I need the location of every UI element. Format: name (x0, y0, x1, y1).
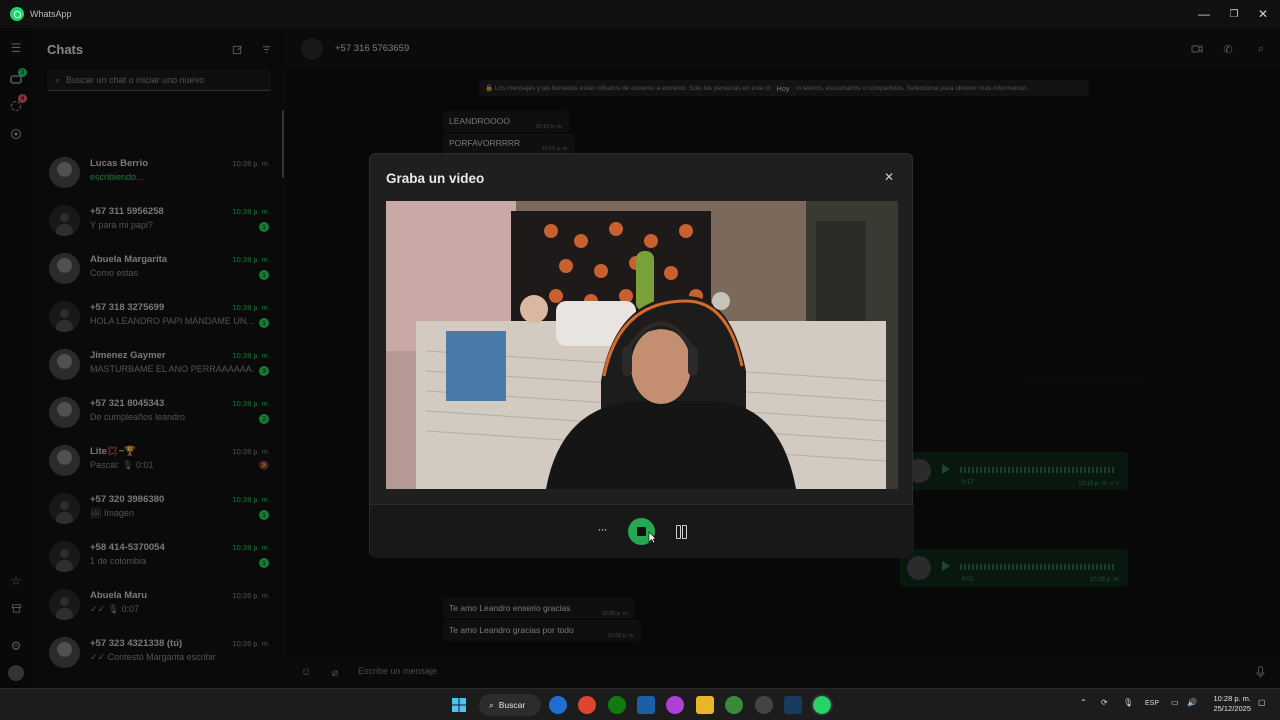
mouse-cursor-icon (648, 531, 657, 544)
chrome-icon[interactable] (578, 696, 596, 714)
pause-icon[interactable] (676, 525, 687, 539)
title-bar: WhatsApp (0, 0, 1280, 28)
whatsapp-logo-icon (10, 7, 24, 21)
notifications-icon[interactable]: ▢ (1258, 698, 1266, 707)
camera-preview (386, 201, 898, 489)
volume-icon[interactable]: 🔊 (1187, 698, 1197, 707)
taskbar-search[interactable]: ⌕ Buscar (479, 694, 541, 716)
minimize-button[interactable]: — (1187, 0, 1221, 28)
edge-icon[interactable] (549, 696, 567, 714)
search-icon: ⌕ (489, 699, 494, 710)
clock-time: 10:28 p. m. (1213, 694, 1251, 703)
close-dialog-button[interactable]: ✕ (882, 170, 896, 184)
network-icon[interactable]: ▭ (1171, 698, 1179, 707)
app-icon[interactable] (755, 696, 773, 714)
file-explorer-icon[interactable] (696, 696, 714, 714)
close-window-button[interactable]: ✕ (1246, 0, 1280, 28)
record-video-dialog: Graba un video ✕ ··· (369, 153, 914, 558)
stop-icon (637, 527, 646, 536)
sync-icon[interactable]: ⟳ (1101, 698, 1108, 707)
taskbar: ⌕ Buscar ⌃ ⟳ 🎙 ESP ▭ 🔊 10:28 p. m. 25/12… (0, 688, 1280, 720)
recording-controls: ··· (370, 504, 914, 558)
camera-preview-image (386, 201, 898, 489)
tray-chevron-icon[interactable]: ⌃ (1080, 698, 1087, 707)
photos-icon[interactable] (637, 696, 655, 714)
start-button-windows-icon[interactable] (450, 696, 468, 714)
chrome-profile-icon[interactable] (725, 696, 743, 714)
more-options-button[interactable]: ··· (594, 522, 610, 536)
steam-icon[interactable] (784, 696, 802, 714)
app-title: WhatsApp (30, 9, 72, 19)
clock-date: 25/12/2025 (1213, 704, 1251, 713)
xbox-icon[interactable] (608, 696, 626, 714)
whatsapp-taskbar-icon[interactable] (811, 694, 833, 716)
language-indicator[interactable]: ESP (1145, 700, 1159, 707)
copilot-icon[interactable] (666, 696, 684, 714)
taskbar-clock[interactable]: 10:28 p. m. 25/12/2025 (1205, 694, 1251, 714)
dialog-title: Graba un video (386, 171, 485, 186)
taskbar-search-label: Buscar (498, 700, 526, 710)
microphone-tray-icon[interactable]: 🎙 (1123, 698, 1133, 707)
